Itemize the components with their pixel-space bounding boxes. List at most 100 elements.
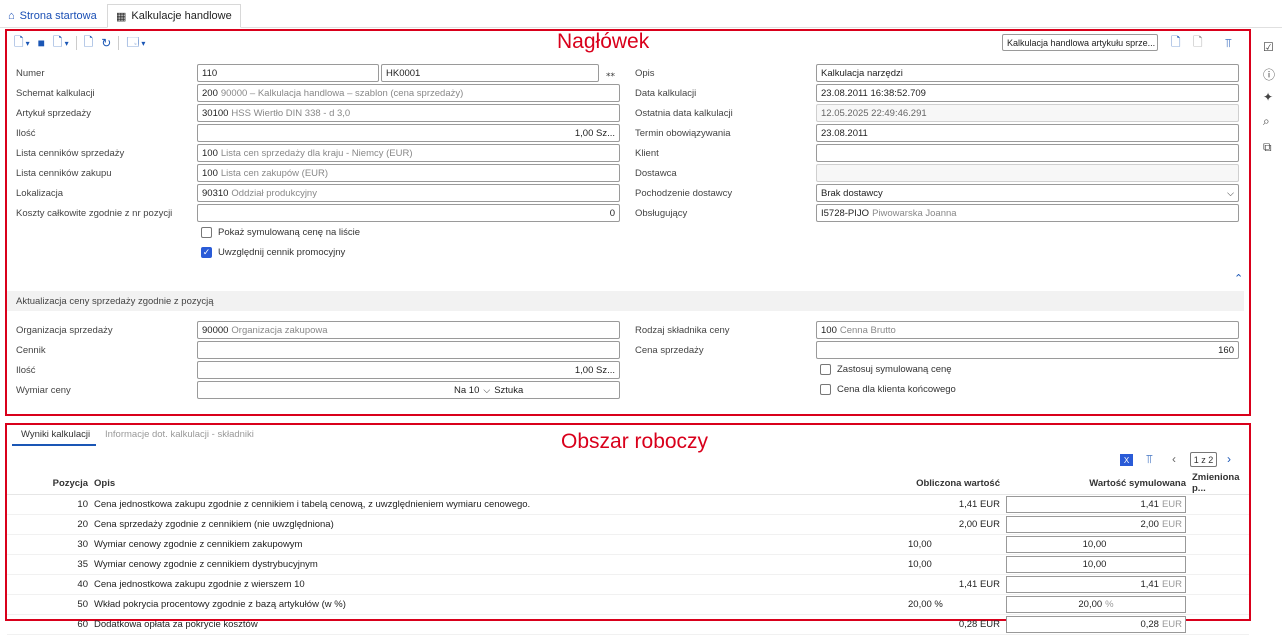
table-row[interactable]: 50 Wkład pokrycia procentowy zgodnie z ba…: [7, 594, 1249, 615]
symulowana-input[interactable]: 10,00: [1006, 536, 1186, 553]
cena-sprzedazy-field[interactable]: 160: [816, 341, 1239, 359]
rodzaj-skladnika-field[interactable]: 100 Cenna Brutto: [816, 321, 1239, 339]
cennik-field[interactable]: [197, 341, 620, 359]
numer-field[interactable]: 110: [197, 64, 379, 82]
table-row[interactable]: 30 Wymiar cenowy zgodnie z cennikiem zaku…: [7, 534, 1249, 555]
col-obliczona[interactable]: Obliczona wartość: [905, 472, 1003, 495]
collapse-chevron-icon[interactable]: ⌃: [1234, 272, 1243, 285]
lista-sprzedazy-label: Lista cenników sprzedaży: [16, 148, 125, 159]
checkbox-box-checked[interactable]: ✓: [201, 247, 212, 258]
akt-ilosc-field[interactable]: 1,00 Sz...: [197, 361, 620, 379]
zastosuj-symulowana-checkbox[interactable]: Zastosuj symulowaną cenę: [820, 364, 952, 375]
chevron-down-icon[interactable]: ▾: [141, 35, 145, 51]
prev-page-icon[interactable]: ‹: [1172, 452, 1176, 466]
table-row[interactable]: 35 Wymiar cenowy zgodnie z cennikiem dyst…: [7, 554, 1249, 575]
copy-icon[interactable]: 🗋: [84, 35, 94, 51]
opis-field[interactable]: Kalkulacja narzędzi: [816, 64, 1239, 82]
lista-zakupu-field[interactable]: 100 Lista cen zakupów (EUR): [197, 164, 620, 182]
ilosc-field[interactable]: 1,00 Sz...: [197, 124, 620, 142]
row-symulowana-cell: 10,00: [1003, 554, 1189, 575]
symulowana-input[interactable]: 10,00: [1006, 556, 1186, 573]
table-row[interactable]: 10 Cena jednostkowa zakupu zgodnie z cenn…: [7, 494, 1249, 515]
preview-icon[interactable]: 🗋: [1193, 35, 1203, 51]
row-pozycja: 20: [7, 514, 91, 535]
column-settings-icon[interactable]: ⫪: [1146, 452, 1153, 467]
obslugujacy-field[interactable]: I5728-PIJO Piwowarska Joanna: [816, 204, 1239, 222]
termin-label: Termin obowiązywania: [635, 128, 731, 139]
opis-label: Opis: [635, 68, 655, 79]
klient-koncowy-checkbox[interactable]: Cena dla klienta końcowego: [820, 384, 956, 395]
termin-field[interactable]: 23.08.2011: [816, 124, 1239, 142]
new-document-icon[interactable]: 🗋: [14, 35, 24, 51]
schemat-desc: 90000 – Kalkulacja handlowa – szablon (c…: [220, 87, 464, 99]
checkbox-box[interactable]: [820, 364, 831, 375]
table-row[interactable]: 60 Dodatkowa opłata za pokrycie kosztów 0,…: [7, 614, 1249, 635]
rodzaj-skladnika-desc: Cenna Brutto: [839, 324, 896, 336]
symulowana-input[interactable]: 1,41 EUR: [1006, 576, 1186, 593]
refresh-icon[interactable]: ↻: [101, 35, 111, 51]
row-obliczona: 1,41 EUR: [905, 494, 1003, 515]
col-opis[interactable]: Opis: [91, 472, 905, 495]
symulowana-input[interactable]: 2,00 EUR: [1006, 516, 1186, 533]
uwzglednij-cennik-checkbox[interactable]: ✓ Uwzględnij cennik promocyjny: [201, 247, 345, 258]
artykul-field[interactable]: 30100 HSS Wiertło DIN 338 - d 3,0: [197, 104, 620, 122]
excel-export-icon[interactable]: X: [1120, 454, 1133, 466]
row-opis: Wymiar cenowy zgodnie z cennikiem zakupo…: [91, 534, 905, 555]
export-icon[interactable]: 🗋: [1171, 35, 1181, 51]
discard-icon[interactable]: 🗋: [53, 35, 63, 51]
table-row[interactable]: 40 Cena jednostkowa zakupu zgodnie z wier…: [7, 574, 1249, 595]
print-icon[interactable]: 🗔: [126, 35, 139, 51]
search-icon[interactable]: ⌕: [1263, 114, 1270, 129]
klient-field[interactable]: [816, 144, 1239, 162]
symulowana-input[interactable]: 20,00%: [1006, 596, 1186, 613]
lista-zakupu-code: 100: [202, 167, 218, 179]
symulowana-unit: EUR: [1161, 619, 1182, 630]
pokaz-symulowana-checkbox[interactable]: Pokaż symulowaną cenę na liście: [201, 227, 360, 238]
col-symulowana[interactable]: Wartość symulowana: [1003, 472, 1189, 495]
row-pozycja: 40: [7, 574, 91, 595]
function-search-input[interactable]: Kalkulacja handlowa artykułu sprze...: [1002, 34, 1158, 51]
lista-sprzedazy-field[interactable]: 100 Lista cen sprzedaży dla kraju - Niemc…: [197, 144, 620, 162]
schemat-field[interactable]: 200 90000 – Kalkulacja handlowa – szablon…: [197, 84, 620, 102]
lista-zakupu-label: Lista cenników zakupu: [16, 168, 112, 179]
checkbox-box[interactable]: [820, 384, 831, 395]
tab-kalkulacje[interactable]: ▦ Kalkulacje handlowe: [107, 4, 241, 28]
org-sprzedazy-field[interactable]: 90000 Organizacja zakupowa: [197, 321, 620, 339]
symulowana-unit: EUR: [1161, 499, 1182, 510]
table-row[interactable]: 20 Cena sprzedaży zgodnie z cennikiem (ni…: [7, 514, 1249, 535]
chevron-down-icon[interactable]: ▾: [65, 35, 69, 51]
obslugujacy-code: I5728-PIJO: [821, 207, 870, 219]
documents-icon[interactable]: ⧉: [1263, 140, 1272, 155]
col-pozycja[interactable]: Pozycja: [7, 472, 91, 495]
symulowana-input[interactable]: 0,28 EUR: [1006, 616, 1186, 633]
col-zmieniona[interactable]: Zmieniona p...: [1189, 472, 1249, 495]
clipboard-check-icon[interactable]: ☑: [1263, 40, 1274, 54]
column-settings-icon[interactable]: ⫪: [1225, 35, 1232, 51]
row-symulowana-cell: 0,28 EUR: [1003, 614, 1189, 635]
row-obliczona: 10,00: [905, 534, 1003, 555]
next-page-icon[interactable]: ›: [1227, 452, 1231, 466]
wymiar-ceny-field[interactable]: Na 10 ⌵ Sztuka: [197, 381, 620, 399]
save-icon[interactable]: ■: [38, 35, 45, 51]
tab-kalkulacje-label: Kalkulacje handlowe: [131, 10, 232, 22]
tab-informacje-skladniki[interactable]: Informacje dot. kalkulacji - składniki: [105, 429, 254, 440]
checkbox-box[interactable]: [201, 227, 212, 238]
akt-ilosc-label: Ilość: [16, 365, 36, 376]
chevron-down-icon[interactable]: ⌵: [483, 385, 490, 396]
row-zmieniona: [1189, 534, 1249, 555]
ostatnia-data-field: 12.05.2025 22:49:46.291: [816, 104, 1239, 122]
sparkle-icon[interactable]: ✦: [1263, 90, 1273, 104]
tab-wyniki-kalkulacji[interactable]: Wyniki kalkulacji: [21, 429, 90, 440]
numer-number-field[interactable]: HK0001: [381, 64, 599, 82]
more-icon[interactable]: ⁎⁎: [606, 68, 615, 79]
pochodzenie-select[interactable]: Brak dostawcy ⌵: [816, 184, 1239, 202]
info-icon[interactable]: ⓘ: [1263, 66, 1275, 83]
koszty-field[interactable]: 0: [197, 204, 620, 222]
row-obliczona: 2,00 EUR: [905, 514, 1003, 535]
chevron-down-icon[interactable]: ▾: [26, 35, 30, 51]
tab-home[interactable]: ⌂ Strona startowa: [0, 4, 105, 28]
lokalizacja-field[interactable]: 90310 Oddział produkcyjny: [197, 184, 620, 202]
symulowana-input[interactable]: 1,41 EUR: [1006, 496, 1186, 513]
data-kalkulacji-field[interactable]: 23.08.2011 16:38:52.709: [816, 84, 1239, 102]
lokalizacja-code: 90310: [202, 187, 229, 199]
